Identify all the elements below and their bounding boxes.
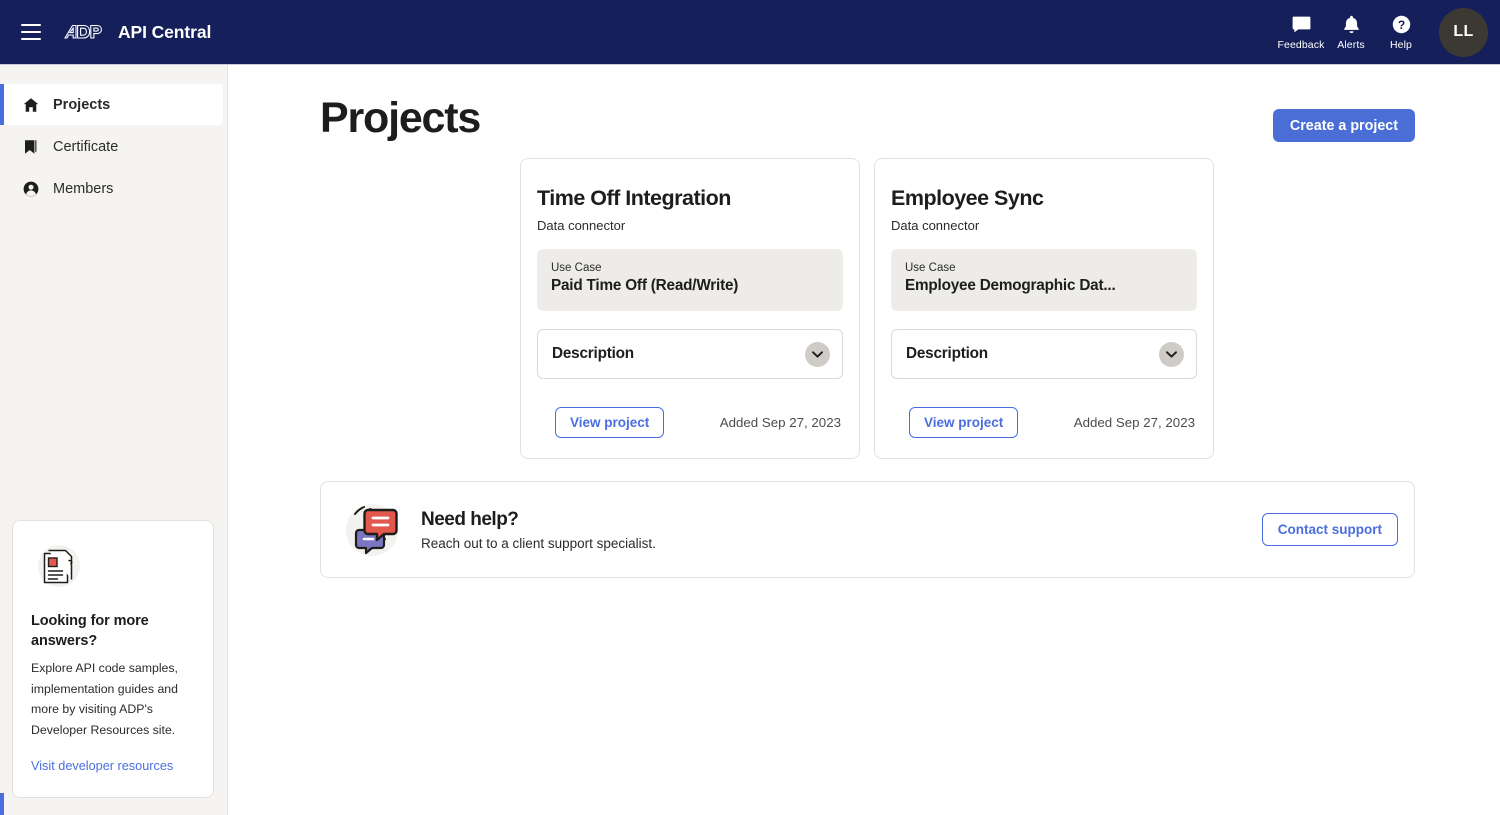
project-card-footer: View project Added Sep 27, 2023 xyxy=(537,407,843,438)
sidebar-nav: Projects Certificate Members xyxy=(0,65,227,209)
use-case-box: Use Case Employee Demographic Dat... xyxy=(891,249,1197,311)
project-title: Employee Sync xyxy=(891,186,1197,211)
project-added-date: Added Sep 27, 2023 xyxy=(720,415,841,430)
help-button[interactable]: ? Help xyxy=(1376,0,1426,65)
hamburger-menu-icon[interactable] xyxy=(21,24,41,40)
sidebar-item-members[interactable]: Members xyxy=(0,168,227,209)
sidebar-item-label: Members xyxy=(53,181,113,197)
documents-icon xyxy=(31,541,87,597)
help-circle-icon: ? xyxy=(1392,14,1411,36)
view-project-button[interactable]: View project xyxy=(555,407,664,438)
description-label: Description xyxy=(906,345,988,363)
description-accordion[interactable]: Description xyxy=(891,329,1197,379)
use-case-box: Use Case Paid Time Off (Read/Write) xyxy=(537,249,843,311)
sidebar-item-label: Projects xyxy=(53,97,110,113)
app-title: API Central xyxy=(118,22,211,43)
need-help-text: Need help? Reach out to a client support… xyxy=(421,509,656,551)
chevron-down-icon[interactable] xyxy=(805,342,830,367)
header-actions: Feedback Alerts ? Help LL xyxy=(1276,0,1500,65)
alerts-label: Alerts xyxy=(1337,39,1364,51)
developer-resources-card: Looking for more answers? Explore API co… xyxy=(12,520,214,798)
use-case-label: Use Case xyxy=(905,262,1183,274)
promo-body: Explore API code samples, implementation… xyxy=(31,658,195,741)
sidebar-scrollbar[interactable] xyxy=(0,793,4,815)
avatar[interactable]: LL xyxy=(1439,8,1488,57)
use-case-value: Paid Time Off (Read/Write) xyxy=(551,277,829,295)
need-help-title: Need help? xyxy=(421,509,656,531)
app-header: API Central Feedback Alerts xyxy=(0,0,1500,65)
project-subtitle: Data connector xyxy=(891,218,1197,233)
use-case-label: Use Case xyxy=(551,262,829,274)
project-title: Time Off Integration xyxy=(537,186,843,211)
feedback-button[interactable]: Feedback xyxy=(1276,0,1326,65)
need-help-subtitle: Reach out to a client support specialist… xyxy=(421,536,656,551)
bell-icon xyxy=(1343,14,1360,36)
chat-bubbles-icon xyxy=(337,495,407,565)
svg-text:?: ? xyxy=(1397,18,1404,32)
feedback-label: Feedback xyxy=(1278,39,1325,51)
alerts-button[interactable]: Alerts xyxy=(1326,0,1376,65)
main-content: Projects Create a project Time Off Integ… xyxy=(229,65,1500,815)
visit-developer-resources-link[interactable]: Visit developer resources xyxy=(31,759,173,773)
person-icon xyxy=(23,181,44,197)
page-title: Projects xyxy=(320,95,480,142)
description-accordion[interactable]: Description xyxy=(537,329,843,379)
use-case-value: Employee Demographic Dat... xyxy=(905,277,1183,295)
contact-support-button[interactable]: Contact support xyxy=(1262,513,1398,546)
feedback-icon xyxy=(1292,14,1311,36)
create-project-button[interactable]: Create a project xyxy=(1273,109,1415,142)
home-icon xyxy=(23,97,44,113)
sidebar-item-projects[interactable]: Projects xyxy=(0,84,223,125)
projects-list: Time Off Integration Data connector Use … xyxy=(229,158,1500,459)
description-label: Description xyxy=(552,345,634,363)
adp-logo[interactable] xyxy=(63,21,103,43)
page-header: Projects Create a project xyxy=(229,65,1500,142)
sidebar-item-certificate[interactable]: Certificate xyxy=(0,126,227,167)
project-card-footer: View project Added Sep 27, 2023 xyxy=(891,407,1197,438)
project-card: Employee Sync Data connector Use Case Em… xyxy=(874,158,1214,459)
project-added-date: Added Sep 27, 2023 xyxy=(1074,415,1195,430)
bookmark-icon xyxy=(23,139,44,155)
sidebar: Projects Certificate Members xyxy=(0,65,228,815)
project-subtitle: Data connector xyxy=(537,218,843,233)
promo-title: Looking for more answers? xyxy=(31,611,195,651)
view-project-button[interactable]: View project xyxy=(909,407,1018,438)
sidebar-item-label: Certificate xyxy=(53,139,118,155)
need-help-banner: Need help? Reach out to a client support… xyxy=(320,481,1415,578)
project-card: Time Off Integration Data connector Use … xyxy=(520,158,860,459)
help-label: Help xyxy=(1390,39,1412,51)
chevron-down-icon[interactable] xyxy=(1159,342,1184,367)
